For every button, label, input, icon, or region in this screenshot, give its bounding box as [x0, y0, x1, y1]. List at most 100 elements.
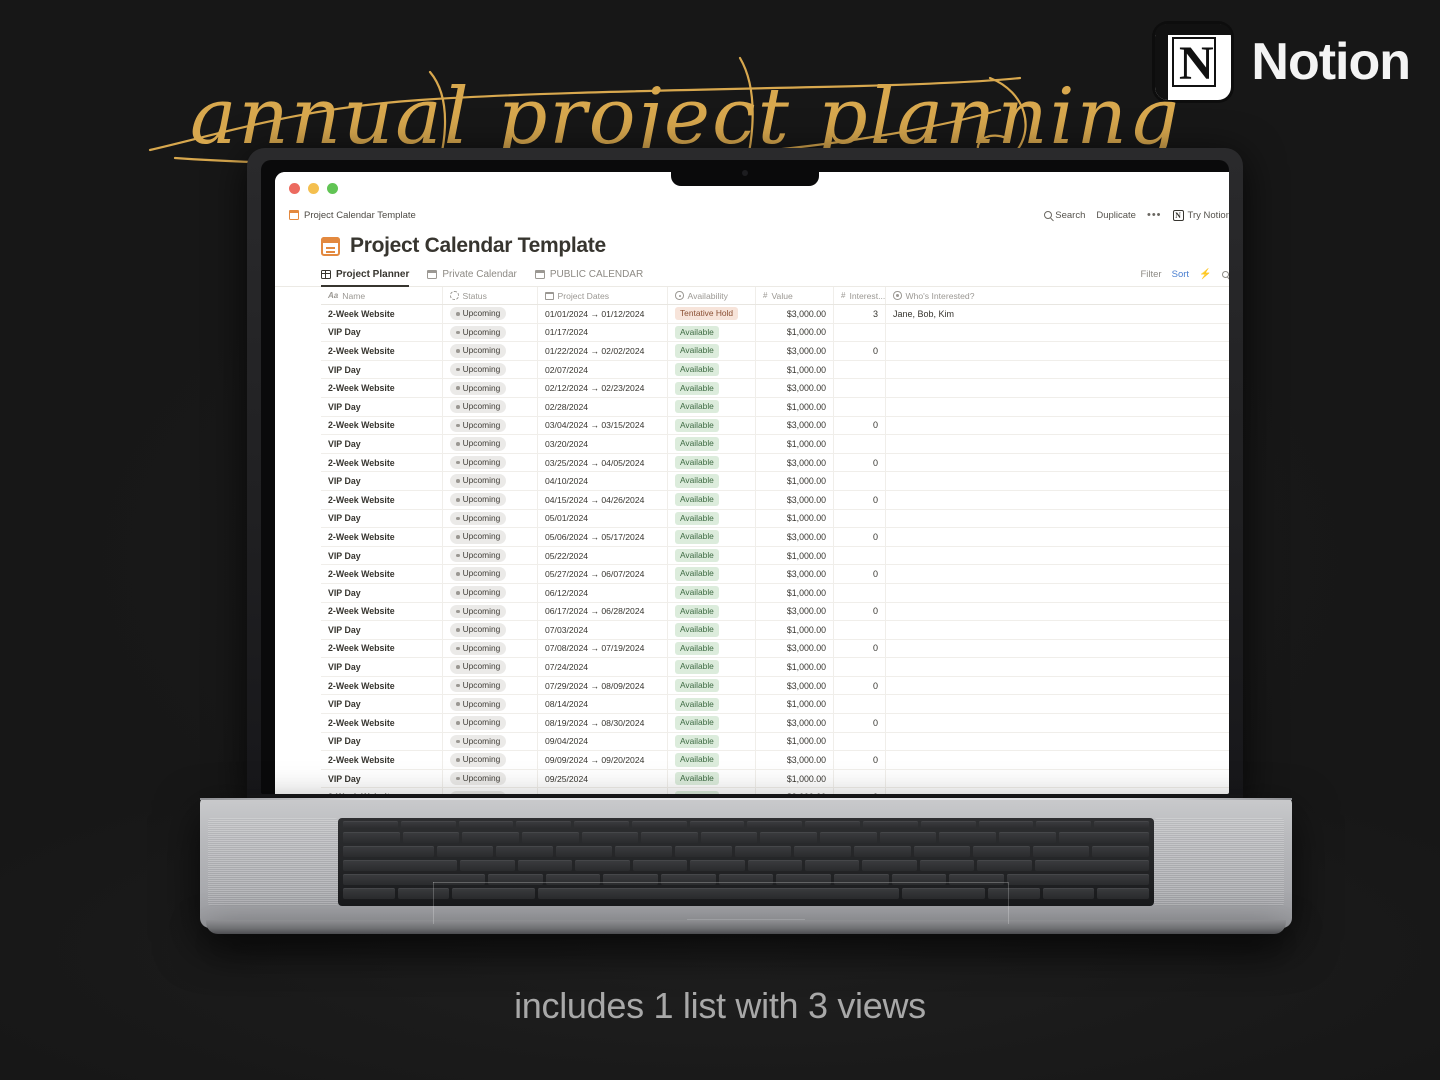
cell-whos-interested[interactable] — [886, 528, 1114, 546]
cell-status[interactable]: Upcoming — [443, 583, 538, 602]
cell-name[interactable]: VIP Day — [321, 695, 443, 714]
cell-name[interactable]: VIP Day — [321, 397, 443, 416]
try-notion-button[interactable]: N Try Notion — [1172, 209, 1229, 221]
cell-interested-count[interactable]: 0 — [834, 528, 886, 546]
cell-interested-count[interactable] — [834, 546, 886, 565]
cell-value[interactable]: $3,000.00 — [756, 453, 834, 472]
column-header-availability[interactable]: Availability — [668, 287, 756, 304]
cell-name[interactable]: VIP Day — [321, 621, 443, 639]
cell-interested-count[interactable] — [834, 509, 886, 528]
cell-project-dates[interactable]: 07/29/2024 → 08/09/2024 — [538, 676, 668, 695]
cell-interested-count[interactable]: 0 — [834, 342, 886, 360]
cell-name[interactable]: VIP Day — [321, 546, 443, 565]
cell-whos-interested[interactable] — [886, 454, 1114, 472]
cell-status[interactable]: Upcoming — [443, 621, 538, 639]
table-row[interactable]: VIP Day Upcoming 09/25/2024 Available $1,000… — [321, 769, 1229, 789]
table-row[interactable]: VIP Day Upcoming 08/14/2024 Available $1,000… — [321, 695, 1229, 715]
cell-value[interactable]: $1,000.00 — [756, 769, 834, 788]
cell-project-dates[interactable]: 04/10/2024 — [538, 472, 668, 490]
keyboard[interactable] — [338, 818, 1154, 906]
filter-button[interactable]: Filter — [1140, 269, 1161, 280]
cell-availability[interactable]: Available — [668, 416, 756, 435]
cell-value[interactable]: $3,000.00 — [756, 676, 834, 695]
cell-whos-interested[interactable] — [886, 640, 1114, 658]
table-row[interactable]: 2-Week Website Upcoming 08/19/2024 → 08/30… — [321, 714, 1229, 733]
cell-name[interactable]: 2-Week Website — [321, 453, 443, 472]
cell-status[interactable]: Upcoming — [443, 342, 538, 360]
cell-interested-count[interactable]: 0 — [834, 453, 886, 472]
cell-project-dates[interactable]: 09/25/2024 — [538, 769, 668, 788]
table-row[interactable]: 2-Week Website Upcoming 04/15/2024 → 04/26… — [321, 490, 1229, 510]
cell-name[interactable]: VIP Day — [321, 769, 443, 788]
search-icon[interactable] — [1221, 270, 1229, 279]
cell-availability[interactable]: Available — [668, 509, 756, 528]
cell-interested-count[interactable] — [834, 435, 886, 453]
cell-value[interactable]: $3,000.00 — [756, 602, 834, 621]
cell-availability[interactable]: Available — [668, 342, 756, 360]
cell-interested-count[interactable]: 0 — [834, 602, 886, 621]
cell-interested-count[interactable]: 0 — [834, 714, 886, 732]
cell-value[interactable]: $1,000.00 — [756, 323, 834, 342]
cell-value[interactable]: $3,000.00 — [756, 305, 834, 323]
cell-whos-interested[interactable] — [886, 361, 1114, 379]
cell-status[interactable]: Upcoming — [443, 751, 538, 769]
cell-status[interactable]: Upcoming — [443, 714, 538, 732]
cell-value[interactable]: $3,000.00 — [756, 639, 834, 658]
cell-status[interactable]: Upcoming — [443, 769, 538, 788]
cell-value[interactable]: $1,000.00 — [756, 397, 834, 416]
cell-availability[interactable]: Available — [668, 732, 756, 751]
table-row[interactable]: 2-Week Website Upcoming 01/22/2024 → 02/02… — [321, 342, 1229, 361]
cell-whos-interested[interactable] — [886, 695, 1114, 713]
cell-value[interactable]: $3,000.00 — [756, 379, 834, 397]
cell-status[interactable]: Upcoming — [443, 472, 538, 490]
lightning-icon[interactable]: ⚡ — [1199, 269, 1211, 280]
cell-name[interactable]: 2-Week Website — [321, 676, 443, 695]
cell-whos-interested[interactable] — [886, 398, 1114, 416]
cell-project-dates[interactable]: 09/04/2024 — [538, 732, 668, 751]
cell-value[interactable]: $1,000.00 — [756, 732, 834, 751]
cell-name[interactable]: 2-Week Website — [321, 379, 443, 397]
cell-project-dates[interactable]: 01/22/2024 → 02/02/2024 — [538, 342, 668, 360]
cell-interested-count[interactable]: 0 — [834, 565, 886, 583]
cell-status[interactable]: Upcoming — [443, 509, 538, 528]
cell-name[interactable]: 2-Week Website — [321, 751, 443, 769]
cell-availability[interactable]: Available — [668, 379, 756, 397]
column-header-interested-count[interactable]: # Interest... — [834, 287, 886, 304]
cell-value[interactable]: $1,000.00 — [756, 546, 834, 565]
cell-project-dates[interactable]: 03/04/2024 → 03/15/2024 — [538, 416, 668, 435]
cell-whos-interested[interactable] — [886, 770, 1114, 788]
cell-availability[interactable]: Available — [668, 435, 756, 453]
cell-status[interactable]: Upcoming — [443, 528, 538, 546]
cell-whos-interested[interactable] — [886, 714, 1114, 732]
cell-value[interactable]: $3,000.00 — [756, 342, 834, 360]
table-row[interactable]: 2-Week Website Upcoming 01/01/2024 → 01/12… — [321, 305, 1229, 324]
cell-interested-count[interactable] — [834, 323, 886, 342]
close-button[interactable] — [289, 182, 300, 194]
cell-availability[interactable]: Tentative Hold — [668, 305, 756, 323]
cell-value[interactable]: $3,000.00 — [756, 788, 834, 794]
cell-availability[interactable]: Available — [668, 769, 756, 788]
cell-status[interactable]: Upcoming — [443, 658, 538, 676]
cell-project-dates[interactable]: 03/20/2024 — [538, 435, 668, 453]
cell-whos-interested[interactable] — [886, 751, 1114, 769]
cell-project-dates[interactable]: 02/07/2024 — [538, 360, 668, 379]
cell-status[interactable]: Upcoming — [443, 732, 538, 751]
cell-project-dates[interactable]: 09/09/2024 → 09/20/2024 — [538, 751, 668, 769]
cell-project-dates[interactable]: 05/22/2024 — [538, 546, 668, 565]
cell-value[interactable]: $1,000.00 — [756, 509, 834, 528]
cell-value[interactable]: $3,000.00 — [756, 528, 834, 546]
table-row[interactable]: 2-Week Website Upcoming 09/30/2024 → 10/11… — [321, 788, 1229, 794]
cell-name[interactable]: VIP Day — [321, 323, 443, 342]
cell-project-dates[interactable]: 03/25/2024 → 04/05/2024 — [538, 453, 668, 472]
cell-name[interactable]: 2-Week Website — [321, 490, 443, 509]
cell-value[interactable]: $1,000.00 — [756, 360, 834, 379]
cell-availability[interactable]: Available — [668, 676, 756, 695]
cell-value[interactable]: $1,000.00 — [756, 658, 834, 676]
cell-whos-interested[interactable] — [886, 472, 1114, 490]
column-header-name[interactable]: Aa Name — [321, 287, 443, 304]
cell-name[interactable]: 2-Week Website — [321, 565, 443, 583]
cell-whos-interested[interactable] — [886, 603, 1114, 621]
cell-interested-count[interactable]: 0 — [834, 490, 886, 509]
cell-interested-count[interactable]: 3 — [834, 305, 886, 323]
cell-project-dates[interactable]: 06/17/2024 → 06/28/2024 — [538, 602, 668, 621]
